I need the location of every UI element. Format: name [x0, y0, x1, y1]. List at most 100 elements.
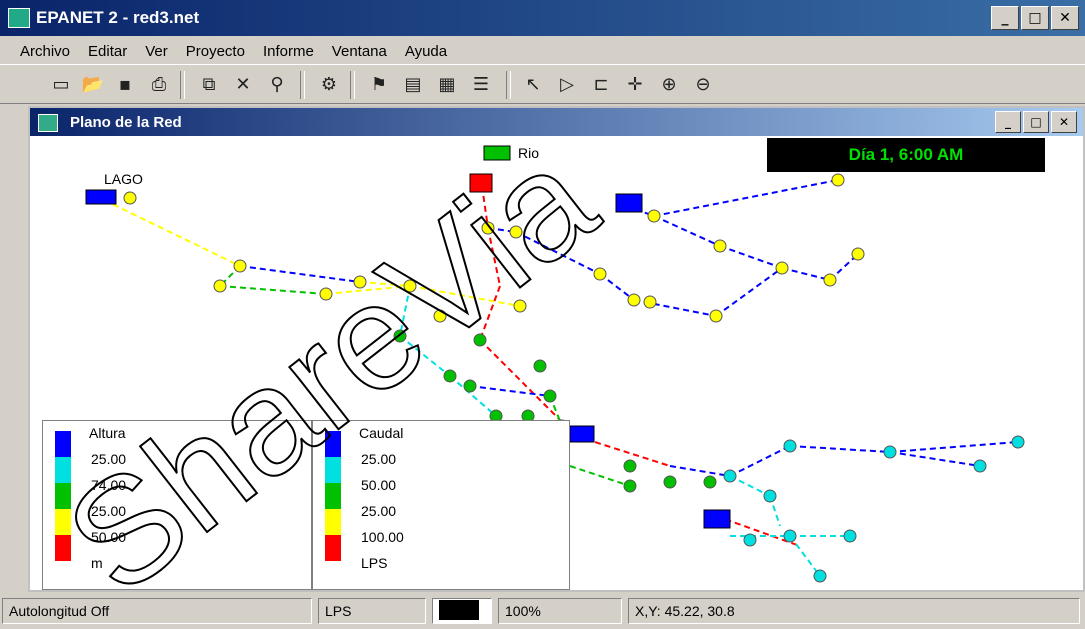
minimize-button[interactable]: _ [991, 6, 1019, 30]
options-icon[interactable]: ☰ [468, 73, 494, 97]
junction-node[interactable] [353, 275, 367, 289]
junction-node[interactable] [973, 459, 987, 473]
maximize-button[interactable]: □ [1021, 6, 1049, 30]
reservoir-river-icon[interactable] [483, 145, 511, 161]
delete-icon[interactable]: ✕ [230, 73, 256, 97]
graph-icon[interactable]: ▤ [400, 73, 426, 97]
junction-node[interactable] [1011, 435, 1025, 449]
junction-node[interactable] [433, 309, 447, 323]
junction-node[interactable] [481, 221, 495, 235]
junction-node[interactable] [783, 439, 797, 453]
junction-node[interactable] [403, 279, 417, 293]
pipe[interactable] [889, 441, 1019, 453]
zoom-in-icon[interactable]: ⊕ [656, 73, 682, 97]
select-arrow-icon[interactable]: ↖ [520, 73, 546, 97]
find-icon[interactable]: ⚲ [264, 73, 290, 97]
junction-node[interactable] [783, 529, 797, 543]
junction-node[interactable] [543, 389, 557, 403]
pipe[interactable] [781, 267, 831, 281]
new-file-icon[interactable]: ▭ [48, 73, 74, 97]
junction-node[interactable] [213, 279, 227, 293]
pipe[interactable] [789, 535, 821, 577]
junction-node[interactable] [775, 261, 789, 275]
open-folder-icon[interactable]: 📂 [80, 73, 106, 97]
pan-icon[interactable]: ✛ [622, 73, 648, 97]
junction-node[interactable] [743, 533, 757, 547]
menu-ver[interactable]: Ver [145, 43, 168, 60]
junction-node[interactable] [463, 379, 477, 393]
tank-icon[interactable] [615, 193, 643, 213]
pipe[interactable] [325, 285, 411, 295]
junction-node[interactable] [763, 489, 777, 503]
junction-node[interactable] [723, 469, 737, 483]
pipe[interactable] [729, 445, 791, 477]
junction-node[interactable] [623, 459, 637, 473]
pipe[interactable] [219, 285, 327, 295]
tank-icon[interactable] [703, 509, 731, 529]
menu-ayuda[interactable]: Ayuda [405, 43, 447, 60]
junction-node[interactable] [123, 191, 137, 205]
junction-node[interactable] [473, 333, 487, 347]
pipe[interactable] [103, 199, 241, 267]
pipe[interactable] [359, 281, 411, 287]
junction-node[interactable] [647, 209, 661, 223]
tank-icon[interactable] [569, 425, 595, 443]
junction-node[interactable] [593, 267, 607, 281]
junction-node[interactable] [623, 479, 637, 493]
junction-node[interactable] [509, 225, 523, 239]
pipe[interactable] [653, 215, 721, 247]
pipe[interactable] [399, 335, 451, 377]
junction-node[interactable] [627, 293, 641, 307]
status-autolength[interactable]: Autolongitud Off [2, 598, 312, 624]
close-button[interactable]: ✕ [1051, 6, 1079, 30]
menu-informe[interactable]: Informe [263, 43, 314, 60]
junction-node[interactable] [813, 569, 827, 583]
pipe[interactable] [515, 231, 601, 275]
pipe[interactable] [487, 227, 501, 287]
node-legend[interactable]: Altura 25.00 74.00 25.00 50.00 m [42, 420, 312, 590]
menu-editar[interactable]: Editar [88, 43, 127, 60]
junction-node[interactable] [713, 239, 727, 253]
save-icon[interactable]: ▪ [112, 73, 138, 97]
pipe[interactable] [469, 385, 551, 397]
menu-proyecto[interactable]: Proyecto [186, 43, 245, 60]
pump-icon[interactable] [469, 173, 493, 193]
junction-node[interactable] [443, 369, 457, 383]
link-legend[interactable]: Caudal 25.00 50.00 25.00 100.00 LPS [312, 420, 570, 590]
pipe[interactable] [399, 285, 411, 337]
junction-node[interactable] [883, 445, 897, 459]
pipe[interactable] [715, 267, 783, 317]
menu-archivo[interactable]: Archivo [20, 43, 70, 60]
copy-icon[interactable]: ⧉ [196, 73, 222, 97]
pipe[interactable] [669, 465, 731, 477]
junction-node[interactable] [851, 247, 865, 261]
junction-node[interactable] [831, 173, 845, 187]
pipe[interactable] [889, 451, 981, 467]
junction-node[interactable] [233, 259, 247, 273]
pipe[interactable] [789, 445, 891, 453]
pipe[interactable] [729, 475, 771, 497]
junction-node[interactable] [843, 529, 857, 543]
pipe[interactable] [719, 245, 783, 269]
reservoir-lake-icon[interactable] [85, 189, 117, 205]
map-minimize-button[interactable]: _ [995, 111, 1021, 133]
run-icon[interactable]: ⚙ [316, 73, 342, 97]
junction-node[interactable] [709, 309, 723, 323]
region-icon[interactable]: ⊏ [588, 73, 614, 97]
menu-ventana[interactable]: Ventana [332, 43, 387, 60]
pipe[interactable] [653, 179, 839, 217]
junction-node[interactable] [513, 299, 527, 313]
print-icon[interactable]: ⎙ [146, 73, 172, 97]
zoom-out-icon[interactable]: ⊖ [690, 73, 716, 97]
junction-node[interactable] [663, 475, 677, 489]
junction-node[interactable] [643, 295, 657, 309]
pipe[interactable] [239, 265, 361, 283]
junction-node[interactable] [703, 475, 717, 489]
vertex-icon[interactable]: ▷ [554, 73, 580, 97]
query-icon[interactable]: ⚑ [366, 73, 392, 97]
junction-node[interactable] [823, 273, 837, 287]
pipe[interactable] [569, 465, 631, 487]
junction-node[interactable] [393, 329, 407, 343]
map-maximize-button[interactable]: □ [1023, 111, 1049, 133]
pipe[interactable] [409, 285, 521, 307]
